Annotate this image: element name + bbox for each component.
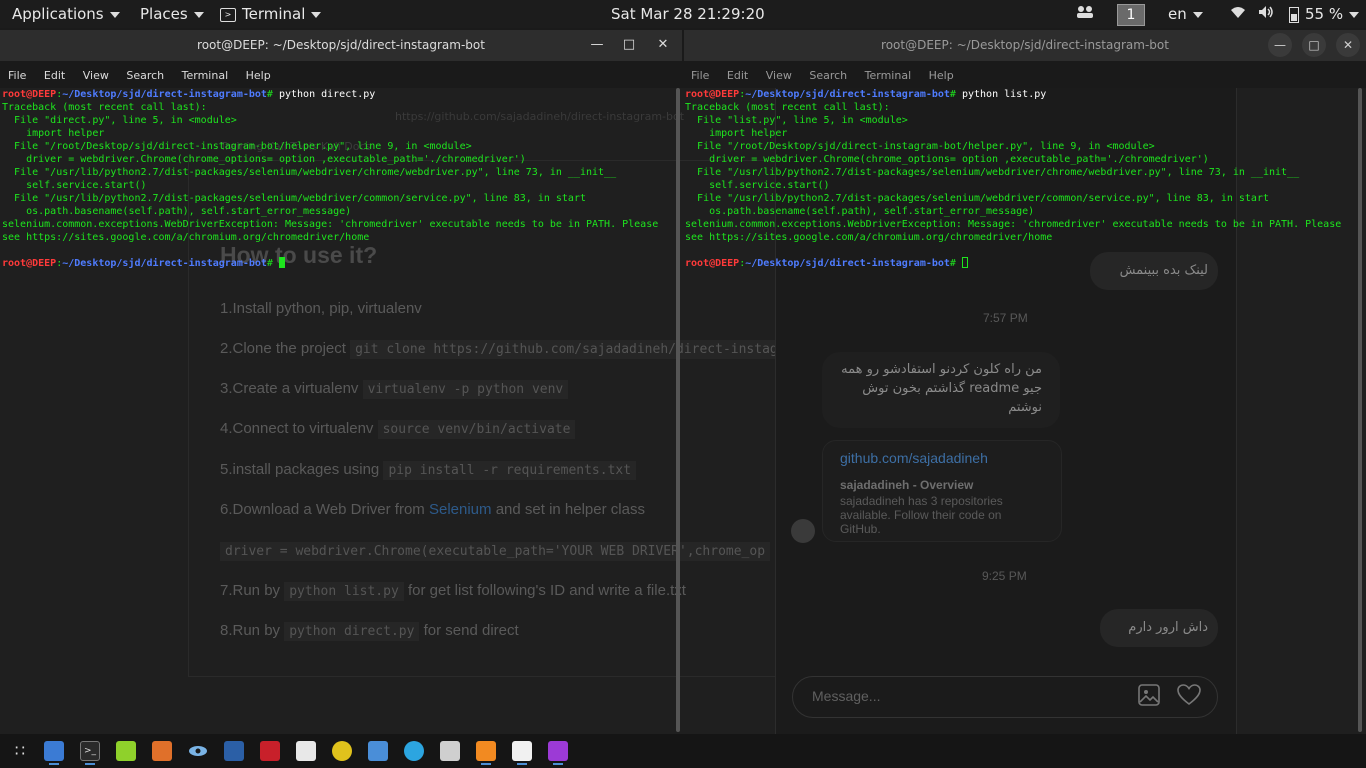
battery-icon <box>1289 6 1299 23</box>
applications-label: Applications <box>12 5 104 23</box>
workspace-number: 1 <box>1117 3 1145 26</box>
keyboard-icon[interactable] <box>440 741 460 761</box>
chevron-down-icon <box>1349 11 1360 18</box>
apps-grid-icon[interactable]: ∷ <box>10 741 30 761</box>
window-title: root@DEEP: ~/Desktop/sjd/direct-instagra… <box>881 38 1169 52</box>
folder-icon[interactable] <box>368 741 388 761</box>
left-terminal-titlebar[interactable]: root@DEEP: ~/Desktop/sjd/direct-instagra… <box>0 30 682 61</box>
menu-search[interactable]: Search <box>809 69 847 82</box>
left-terminal-output[interactable]: root@DEEP:~/Desktop/sjd/direct-instagram… <box>2 88 670 734</box>
command: python direct.py <box>278 89 376 100</box>
right-terminal-scrollbar[interactable] <box>1358 88 1362 732</box>
close-button[interactable]: ✕ <box>656 37 670 52</box>
right-terminal-menubar: File Edit View Search Terminal Help <box>691 66 968 86</box>
menu-edit[interactable]: Edit <box>44 69 65 82</box>
prompt-path: ~/Desktop/sjd/direct-instagram-bot <box>62 89 267 100</box>
menu-terminal[interactable]: Terminal <box>865 69 912 82</box>
language-label: en <box>1168 5 1187 23</box>
top-panel: Applications Places > Terminal Sat Mar 28… <box>0 0 1366 28</box>
prompt-path: ~/Desktop/sjd/direct-instagram-bot <box>745 258 950 269</box>
places-label: Places <box>140 5 188 23</box>
language-menu[interactable]: en <box>1168 0 1203 28</box>
menu-terminal[interactable]: Terminal <box>182 69 229 82</box>
places-menu[interactable]: Places <box>140 0 204 28</box>
files-icon[interactable] <box>44 741 64 761</box>
chevron-down-icon <box>193 11 204 18</box>
terminal-app-menu[interactable]: > Terminal <box>220 0 322 28</box>
metasploit-icon[interactable] <box>224 741 244 761</box>
terminal-icon[interactable]: >_ <box>80 741 100 761</box>
terminal-cursor <box>278 257 285 268</box>
phpstorm-icon[interactable] <box>548 741 568 761</box>
menu-file[interactable]: File <box>8 69 26 82</box>
menu-view[interactable]: View <box>766 69 792 82</box>
left-terminal-scrollbar[interactable] <box>676 88 680 732</box>
chevron-down-icon <box>109 11 120 18</box>
minimize-button[interactable]: — <box>590 37 604 52</box>
battery-label: 55 % <box>1305 5 1344 23</box>
left-terminal-menubar: File Edit View Search Terminal Help <box>8 66 285 86</box>
chevron-down-icon <box>1192 11 1203 18</box>
terminal-app-icon: > <box>220 7 236 22</box>
volume-icon[interactable] <box>1258 0 1274 28</box>
running-indicator <box>553 763 563 765</box>
close-button[interactable]: ✕ <box>1336 33 1360 57</box>
maximize-button[interactable]: □ <box>1302 33 1326 57</box>
right-terminal-titlebar[interactable]: root@DEEP: ~/Desktop/sjd/direct-instagra… <box>684 30 1366 61</box>
terminal-cursor <box>961 257 968 268</box>
right-terminal-output[interactable]: root@DEEP:~/Desktop/sjd/direct-instagram… <box>685 88 1353 734</box>
minimize-button[interactable]: — <box>1268 33 1292 57</box>
telegram-icon[interactable] <box>404 741 424 761</box>
workspace-icon[interactable] <box>1076 0 1094 28</box>
menu-help[interactable]: Help <box>929 69 954 82</box>
firefox-icon[interactable] <box>476 741 496 761</box>
prompt-user: root@DEEP <box>2 89 57 100</box>
chevron-down-icon <box>311 11 322 18</box>
applications-menu[interactable]: Applications <box>12 0 120 28</box>
prompt-path: ~/Desktop/sjd/direct-instagram-bot <box>62 258 267 269</box>
menu-file[interactable]: File <box>691 69 709 82</box>
prompt-user: root@DEEP <box>2 258 57 269</box>
wifi-icon[interactable] <box>332 741 352 761</box>
prompt-user: root@DEEP <box>685 258 740 269</box>
maximize-button[interactable]: □ <box>622 37 636 52</box>
wifi-icon[interactable] <box>1230 0 1246 28</box>
workspace-switcher[interactable]: 1 <box>1117 0 1145 28</box>
clock[interactable]: Sat Mar 28 21:29:20 <box>611 0 765 28</box>
running-indicator <box>49 763 59 765</box>
window-title: root@DEEP: ~/Desktop/sjd/direct-instagra… <box>197 38 485 52</box>
notes-icon[interactable] <box>116 741 136 761</box>
battery-indicator[interactable]: 55 % <box>1289 0 1360 28</box>
cherrytree-icon[interactable] <box>260 741 280 761</box>
running-indicator <box>85 763 95 765</box>
settings-icon[interactable] <box>296 741 316 761</box>
eye-icon[interactable] <box>188 741 208 761</box>
menu-view[interactable]: View <box>83 69 109 82</box>
screenshot-icon[interactable] <box>512 741 532 761</box>
prompt-user: root@DEEP <box>685 89 740 100</box>
running-indicator <box>481 763 491 765</box>
terminal-app-label: Terminal <box>242 5 306 23</box>
menu-help[interactable]: Help <box>246 69 271 82</box>
menu-search[interactable]: Search <box>126 69 164 82</box>
command: python list.py <box>961 89 1047 100</box>
running-indicator <box>517 763 527 765</box>
menu-edit[interactable]: Edit <box>727 69 748 82</box>
prompt-path: ~/Desktop/sjd/direct-instagram-bot <box>745 89 950 100</box>
burpsuite-icon[interactable] <box>152 741 172 761</box>
